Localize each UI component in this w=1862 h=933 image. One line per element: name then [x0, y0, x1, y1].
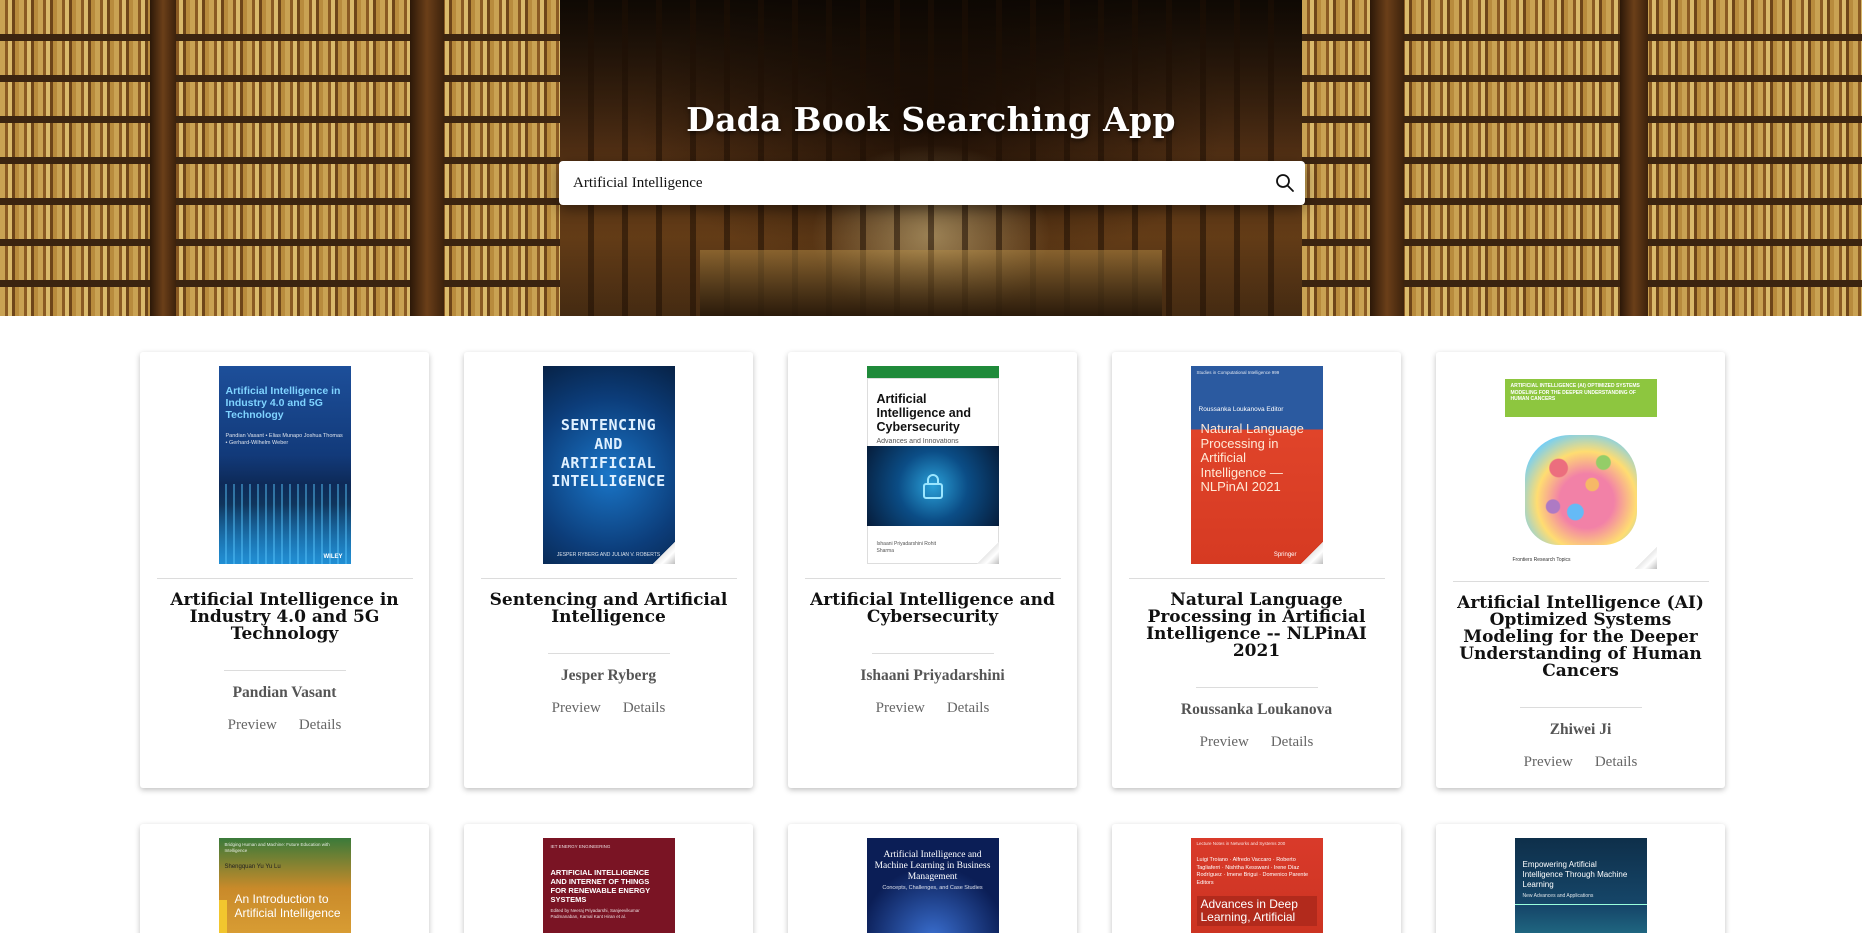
details-link[interactable]: Details: [299, 717, 342, 734]
preview-link[interactable]: Preview: [1200, 734, 1249, 751]
book-cover[interactable]: SENTENCING AND ARTIFICIAL INTELLIGENCE J…: [542, 366, 675, 564]
book-title: Natural Language Processing in Artificia…: [1146, 590, 1367, 661]
book-cover[interactable]: Artificial Intelligence in Industry 4.0 …: [218, 366, 351, 564]
book-cover[interactable]: Empowering Artificial Intelligence Throu…: [1514, 838, 1647, 933]
book-cover[interactable]: Lecture Notes in Networks and Systems 20…: [1190, 838, 1323, 933]
search-icon: [1276, 174, 1294, 192]
book-title: Artificial Intelligence and Cybersecurit…: [810, 590, 1055, 627]
library-floor: [700, 250, 1162, 316]
book-card: ARTIFICIAL INTELLIGENCE (AI) OPTIMIZED S…: [1436, 352, 1725, 788]
book-author: Roussanka Loukanova: [1180, 701, 1333, 718]
book-cover[interactable]: Studies in Computational Intelligence 99…: [1190, 366, 1323, 564]
details-link[interactable]: Details: [947, 700, 990, 717]
preview-link[interactable]: Preview: [1524, 754, 1573, 771]
details-link[interactable]: Details: [623, 700, 666, 717]
book-card: Artificial Intelligence and Cybersecurit…: [788, 352, 1077, 788]
preview-link[interactable]: Preview: [876, 700, 925, 717]
book-title: Sentencing and Artificial Intelligence: [489, 590, 728, 627]
divider: [1195, 687, 1318, 688]
book-card: Studies in Computational Intelligence 99…: [1112, 352, 1401, 788]
page-curl-icon: [1634, 547, 1657, 569]
pillar: [1370, 0, 1404, 316]
cover-header: ARTIFICIAL INTELLIGENCE (AI) OPTIMIZED S…: [1504, 379, 1657, 417]
book-cover[interactable]: Artificial Intelligence and Cybersecurit…: [866, 366, 999, 564]
divider: [480, 578, 737, 579]
book-cover[interactable]: Artificial Intelligence and Machine Lear…: [866, 838, 999, 933]
book-author: Ishaani Priyadarshini: [860, 667, 1005, 684]
details-link[interactable]: Details: [1595, 754, 1638, 771]
card-actions: Preview Details: [552, 700, 666, 717]
city-lights-graphic: [218, 484, 351, 564]
hero-banner: Dada Book Searching App: [0, 0, 1862, 316]
page-curl-icon: [976, 542, 999, 564]
page-curl-icon: [1300, 542, 1323, 564]
human-figure-graphic: [1524, 435, 1637, 545]
page-curl-icon: [652, 542, 675, 564]
book-author: Jesper Ryberg: [560, 667, 657, 684]
book-card: Artificial Intelligence in Industry 4.0 …: [140, 352, 429, 788]
lock-icon: [922, 474, 943, 499]
card-actions: Preview Details: [876, 700, 990, 717]
book-card: Artificial Intelligence and Machine Lear…: [788, 824, 1077, 933]
preview-link[interactable]: Preview: [552, 700, 601, 717]
lock-graphic: [866, 446, 999, 526]
divider: [1452, 581, 1709, 582]
book-card: SENTENCING AND ARTIFICIAL INTELLIGENCE J…: [464, 352, 753, 788]
book-cover[interactable]: Bridging Human and Machine: Future Educa…: [218, 838, 351, 933]
divider: [871, 653, 994, 654]
book-author: Pandian Vasant: [232, 684, 337, 701]
divider: [547, 653, 670, 654]
divider: [1128, 578, 1385, 579]
divider: [156, 578, 413, 579]
book-title: Artificial Intelligence in Industry 4.0 …: [170, 590, 399, 644]
divider: [223, 670, 346, 671]
book-card: Bridging Human and Machine: Future Educa…: [140, 824, 429, 933]
cover-stripe: [218, 900, 227, 933]
book-card: Empowering Artificial Intelligence Throu…: [1436, 824, 1725, 933]
pillar: [1620, 0, 1648, 316]
divider: [1519, 707, 1642, 708]
card-actions: Preview Details: [1200, 734, 1314, 751]
book-card: Lecture Notes in Networks and Systems 20…: [1112, 824, 1401, 933]
preview-link[interactable]: Preview: [228, 717, 277, 734]
book-card: IET ENERGY ENGINEERING ARTIFICIAL INTELL…: [464, 824, 753, 933]
bookshelf-left: [0, 0, 560, 316]
book-cover[interactable]: IET ENERGY ENGINEERING ARTIFICIAL INTELL…: [542, 838, 675, 933]
page-title: Dada Book Searching App: [686, 100, 1176, 139]
pillar: [150, 0, 176, 316]
book-author: Zhiwei Ji: [1549, 721, 1612, 738]
card-actions: Preview Details: [1524, 754, 1638, 771]
divider: [804, 578, 1061, 579]
details-link[interactable]: Details: [1271, 734, 1314, 751]
search-input[interactable]: [559, 161, 1265, 205]
book-title: Artificial Intelligence (AI) Optimized S…: [1457, 593, 1704, 681]
pillar: [410, 0, 444, 316]
card-actions: Preview Details: [228, 717, 342, 734]
book-cover[interactable]: ARTIFICIAL INTELLIGENCE (AI) OPTIMIZED S…: [1504, 379, 1657, 569]
search-button[interactable]: [1265, 161, 1305, 205]
cover-rule: [1514, 904, 1647, 905]
search-bar: [559, 161, 1305, 205]
